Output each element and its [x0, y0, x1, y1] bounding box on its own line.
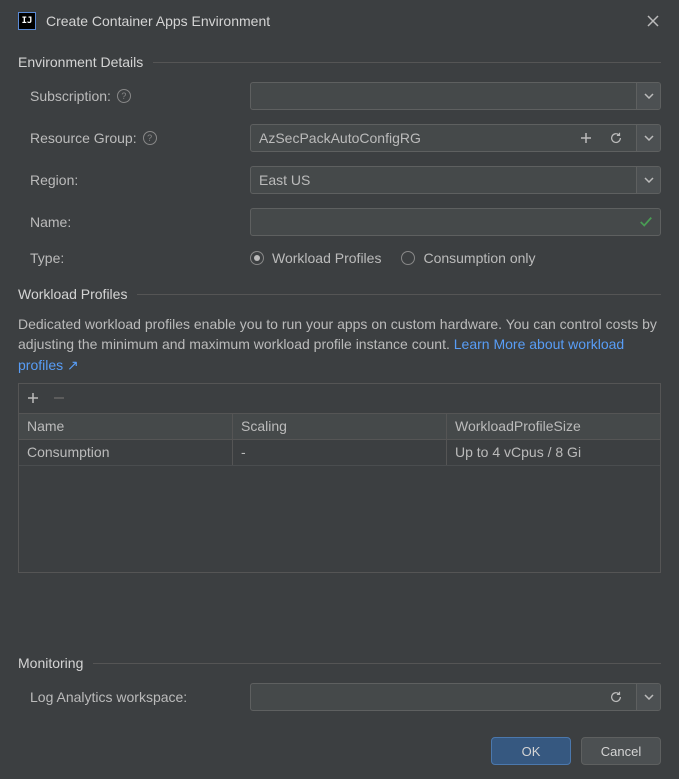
dialog-title: Create Container Apps Environment — [46, 13, 635, 29]
radio-icon — [401, 251, 415, 265]
app-icon: IJ — [18, 12, 36, 30]
section-label: Environment Details — [18, 54, 143, 70]
create-container-apps-env-dialog: IJ Create Container Apps Environment Env… — [0, 0, 679, 779]
section-monitoring: Monitoring — [18, 655, 661, 671]
subscription-label: Subscription: ? — [30, 88, 250, 104]
subscription-combo[interactable] — [250, 82, 661, 110]
table-body: Consumption - Up to 4 vCpus / 8 Gi — [19, 440, 660, 572]
type-radio-consumption-only[interactable]: Consumption only — [401, 250, 535, 266]
ok-button[interactable]: OK — [491, 737, 571, 765]
help-icon[interactable]: ? — [143, 131, 157, 145]
separator — [153, 62, 661, 63]
check-icon — [639, 215, 653, 229]
table-header: Name Scaling WorkloadProfileSize — [19, 414, 660, 440]
remove-profile-button[interactable] — [53, 392, 69, 404]
cell-size: Up to 4 vCpus / 8 Gi — [447, 440, 660, 465]
resource-group-value: AzSecPackAutoConfigRG — [259, 130, 421, 146]
cell-name: Consumption — [19, 440, 233, 465]
cell-scaling: - — [233, 440, 447, 465]
refresh-icon[interactable] — [604, 131, 628, 145]
col-name[interactable]: Name — [19, 414, 233, 439]
log-analytics-label: Log Analytics workspace: — [30, 689, 250, 705]
radio-icon — [250, 251, 264, 265]
add-profile-button[interactable] — [27, 392, 43, 404]
workload-profiles-description: Dedicated workload profiles enable you t… — [18, 314, 661, 375]
dropdown-button[interactable] — [636, 167, 660, 193]
resource-group-label: Resource Group: ? — [30, 130, 250, 146]
log-analytics-combo[interactable] — [250, 683, 661, 711]
plus-icon[interactable] — [574, 132, 598, 144]
dialog-footer: OK Cancel — [18, 737, 661, 765]
name-input[interactable] — [250, 208, 661, 236]
section-label: Workload Profiles — [18, 286, 127, 302]
close-button[interactable] — [645, 13, 661, 29]
region-value: East US — [251, 167, 636, 193]
titlebar: IJ Create Container Apps Environment — [18, 12, 661, 48]
dropdown-button[interactable] — [636, 125, 660, 151]
profiles-table: Name Scaling WorkloadProfileSize Consump… — [18, 413, 661, 573]
separator — [137, 294, 661, 295]
col-scaling[interactable]: Scaling — [233, 414, 447, 439]
section-workload-profiles: Workload Profiles — [18, 286, 661, 302]
type-radio-workload-profiles[interactable]: Workload Profiles — [250, 250, 381, 266]
cancel-button[interactable]: Cancel — [581, 737, 661, 765]
separator — [93, 663, 661, 664]
dropdown-button[interactable] — [636, 684, 660, 710]
dropdown-button[interactable] — [636, 83, 660, 109]
type-label: Type: — [30, 250, 250, 266]
col-size[interactable]: WorkloadProfileSize — [447, 414, 660, 439]
section-label: Monitoring — [18, 655, 83, 671]
refresh-icon[interactable] — [604, 690, 628, 704]
region-label: Region: — [30, 172, 250, 188]
table-row[interactable]: Consumption - Up to 4 vCpus / 8 Gi — [19, 440, 660, 466]
region-combo[interactable]: East US — [250, 166, 661, 194]
subscription-value — [251, 83, 636, 109]
section-environment-details: Environment Details — [18, 54, 661, 70]
help-icon[interactable]: ? — [117, 89, 131, 103]
profiles-toolbar — [18, 383, 661, 413]
resource-group-combo[interactable]: AzSecPackAutoConfigRG — [250, 124, 661, 152]
name-label: Name: — [30, 214, 250, 230]
